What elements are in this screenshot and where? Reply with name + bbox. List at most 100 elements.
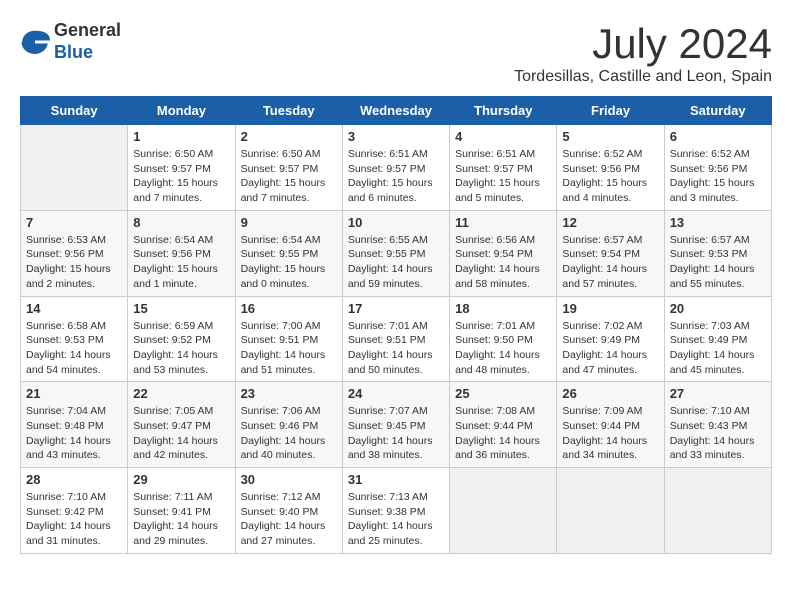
day-number: 30 [241,472,337,487]
calendar-cell: 30 Sunrise: 7:12 AM Sunset: 9:40 PM Dayli… [235,468,342,554]
calendar-cell: 2Sunrise: 6:50 AM Sunset: 9:57 PM Daylig… [235,125,342,211]
calendar-cell: 28 Sunrise: 7:10 AM Sunset: 9:42 PM Dayli… [21,468,128,554]
day-info: Sunrise: 7:11 AM Sunset: 9:41 PM Dayligh… [133,490,229,549]
calendar-week-row: 14 Sunrise: 6:58 AM Sunset: 9:53 PM Dayli… [21,296,772,382]
day-number: 16 [241,301,337,316]
weekday-header: Saturday [664,97,771,125]
day-info: Sunrise: 7:02 AM Sunset: 9:49 PM Dayligh… [562,319,658,378]
day-number: 28 [26,472,122,487]
day-number: 15 [133,301,229,316]
day-info: Sunrise: 6:50 AM Sunset: 9:57 PM Dayligh… [133,147,229,206]
logo-icon [20,27,50,57]
day-number: 3 [348,129,444,144]
day-info: Sunrise: 7:09 AM Sunset: 9:44 PM Dayligh… [562,404,658,463]
calendar-cell: 17Sunrise: 7:01 AM Sunset: 9:51 PM Dayli… [342,296,449,382]
calendar-cell: 15Sunrise: 6:59 AM Sunset: 9:52 PM Dayli… [128,296,235,382]
day-number: 22 [133,386,229,401]
day-info: Sunrise: 6:56 AM Sunset: 9:54 PM Dayligh… [455,233,551,292]
calendar-table: SundayMondayTuesdayWednesdayThursdayFrid… [20,96,772,554]
calendar-week-row: 21 Sunrise: 7:04 AM Sunset: 9:48 PM Dayli… [21,382,772,468]
calendar-cell: 6 Sunrise: 6:52 AM Sunset: 9:56 PM Daylig… [664,125,771,211]
day-info: Sunrise: 7:12 AM Sunset: 9:40 PM Dayligh… [241,490,337,549]
day-info: Sunrise: 7:10 AM Sunset: 9:43 PM Dayligh… [670,404,766,463]
day-info: Sunrise: 7:13 AM Sunset: 9:38 PM Dayligh… [348,490,444,549]
weekday-header-row: SundayMondayTuesdayWednesdayThursdayFrid… [21,97,772,125]
day-number: 1 [133,129,229,144]
day-number: 2 [241,129,337,144]
day-number: 25 [455,386,551,401]
calendar-cell: 14 Sunrise: 6:58 AM Sunset: 9:53 PM Dayli… [21,296,128,382]
calendar-cell: 27 Sunrise: 7:10 AM Sunset: 9:43 PM Dayli… [664,382,771,468]
day-number: 5 [562,129,658,144]
day-number: 29 [133,472,229,487]
calendar-cell: 9Sunrise: 6:54 AM Sunset: 9:55 PM Daylig… [235,210,342,296]
calendar-cell: 20Sunrise: 7:03 AM Sunset: 9:49 PM Dayli… [664,296,771,382]
day-info: Sunrise: 6:58 AM Sunset: 9:53 PM Dayligh… [26,319,122,378]
day-number: 12 [562,215,658,230]
day-info: Sunrise: 7:10 AM Sunset: 9:42 PM Dayligh… [26,490,122,549]
calendar-cell: 7Sunrise: 6:53 AM Sunset: 9:56 PM Daylig… [21,210,128,296]
day-info: Sunrise: 6:54 AM Sunset: 9:55 PM Dayligh… [241,233,337,292]
day-number: 21 [26,386,122,401]
calendar-week-row: 7Sunrise: 6:53 AM Sunset: 9:56 PM Daylig… [21,210,772,296]
day-number: 20 [670,301,766,316]
day-number: 23 [241,386,337,401]
logo-text: General Blue [54,20,121,63]
weekday-header: Tuesday [235,97,342,125]
page-header: General Blue July 2024 Tordesillas, Cast… [20,20,772,86]
day-info: Sunrise: 6:57 AM Sunset: 9:54 PM Dayligh… [562,233,658,292]
calendar-cell: 13Sunrise: 6:57 AM Sunset: 9:53 PM Dayli… [664,210,771,296]
day-info: Sunrise: 7:04 AM Sunset: 9:48 PM Dayligh… [26,404,122,463]
day-info: Sunrise: 7:05 AM Sunset: 9:47 PM Dayligh… [133,404,229,463]
day-number: 14 [26,301,122,316]
day-info: Sunrise: 6:55 AM Sunset: 9:55 PM Dayligh… [348,233,444,292]
logo: General Blue [20,20,121,63]
calendar-cell: 11 Sunrise: 6:56 AM Sunset: 9:54 PM Dayli… [450,210,557,296]
day-info: Sunrise: 6:51 AM Sunset: 9:57 PM Dayligh… [455,147,551,206]
day-info: Sunrise: 6:52 AM Sunset: 9:56 PM Dayligh… [562,147,658,206]
day-number: 10 [348,215,444,230]
calendar-cell: 16Sunrise: 7:00 AM Sunset: 9:51 PM Dayli… [235,296,342,382]
calendar-cell: 19 Sunrise: 7:02 AM Sunset: 9:49 PM Dayli… [557,296,664,382]
calendar-cell [664,468,771,554]
day-info: Sunrise: 6:54 AM Sunset: 9:56 PM Dayligh… [133,233,229,292]
weekday-header: Thursday [450,97,557,125]
calendar-cell: 29 Sunrise: 7:11 AM Sunset: 9:41 PM Dayli… [128,468,235,554]
day-info: Sunrise: 6:52 AM Sunset: 9:56 PM Dayligh… [670,147,766,206]
day-info: Sunrise: 7:07 AM Sunset: 9:45 PM Dayligh… [348,404,444,463]
day-number: 4 [455,129,551,144]
day-number: 18 [455,301,551,316]
day-number: 31 [348,472,444,487]
day-info: Sunrise: 7:01 AM Sunset: 9:50 PM Dayligh… [455,319,551,378]
weekday-header: Friday [557,97,664,125]
calendar-cell: 1 Sunrise: 6:50 AM Sunset: 9:57 PM Daylig… [128,125,235,211]
day-number: 26 [562,386,658,401]
day-number: 19 [562,301,658,316]
calendar-cell: 31 Sunrise: 7:13 AM Sunset: 9:38 PM Dayli… [342,468,449,554]
calendar-cell: 18 Sunrise: 7:01 AM Sunset: 9:50 PM Dayli… [450,296,557,382]
calendar-cell [557,468,664,554]
calendar-cell: 10 Sunrise: 6:55 AM Sunset: 9:55 PM Dayli… [342,210,449,296]
calendar-cell: 25Sunrise: 7:08 AM Sunset: 9:44 PM Dayli… [450,382,557,468]
day-info: Sunrise: 7:01 AM Sunset: 9:51 PM Dayligh… [348,319,444,378]
location-title: Tordesillas, Castille and Leon, Spain [514,68,772,86]
calendar-cell: 4 Sunrise: 6:51 AM Sunset: 9:57 PM Daylig… [450,125,557,211]
day-info: Sunrise: 6:51 AM Sunset: 9:57 PM Dayligh… [348,147,444,206]
day-number: 6 [670,129,766,144]
day-number: 8 [133,215,229,230]
calendar-cell [450,468,557,554]
day-number: 11 [455,215,551,230]
day-number: 7 [26,215,122,230]
calendar-cell: 5 Sunrise: 6:52 AM Sunset: 9:56 PM Daylig… [557,125,664,211]
day-number: 13 [670,215,766,230]
calendar-cell: 8 Sunrise: 6:54 AM Sunset: 9:56 PM Daylig… [128,210,235,296]
calendar-cell: 23Sunrise: 7:06 AM Sunset: 9:46 PM Dayli… [235,382,342,468]
calendar-cell: 3 Sunrise: 6:51 AM Sunset: 9:57 PM Daylig… [342,125,449,211]
calendar-cell: 21 Sunrise: 7:04 AM Sunset: 9:48 PM Dayli… [21,382,128,468]
calendar-cell: 26 Sunrise: 7:09 AM Sunset: 9:44 PM Dayli… [557,382,664,468]
day-number: 27 [670,386,766,401]
weekday-header: Wednesday [342,97,449,125]
calendar-cell: 24Sunrise: 7:07 AM Sunset: 9:45 PM Dayli… [342,382,449,468]
month-title: July 2024 [514,20,772,68]
calendar-week-row: 28 Sunrise: 7:10 AM Sunset: 9:42 PM Dayli… [21,468,772,554]
